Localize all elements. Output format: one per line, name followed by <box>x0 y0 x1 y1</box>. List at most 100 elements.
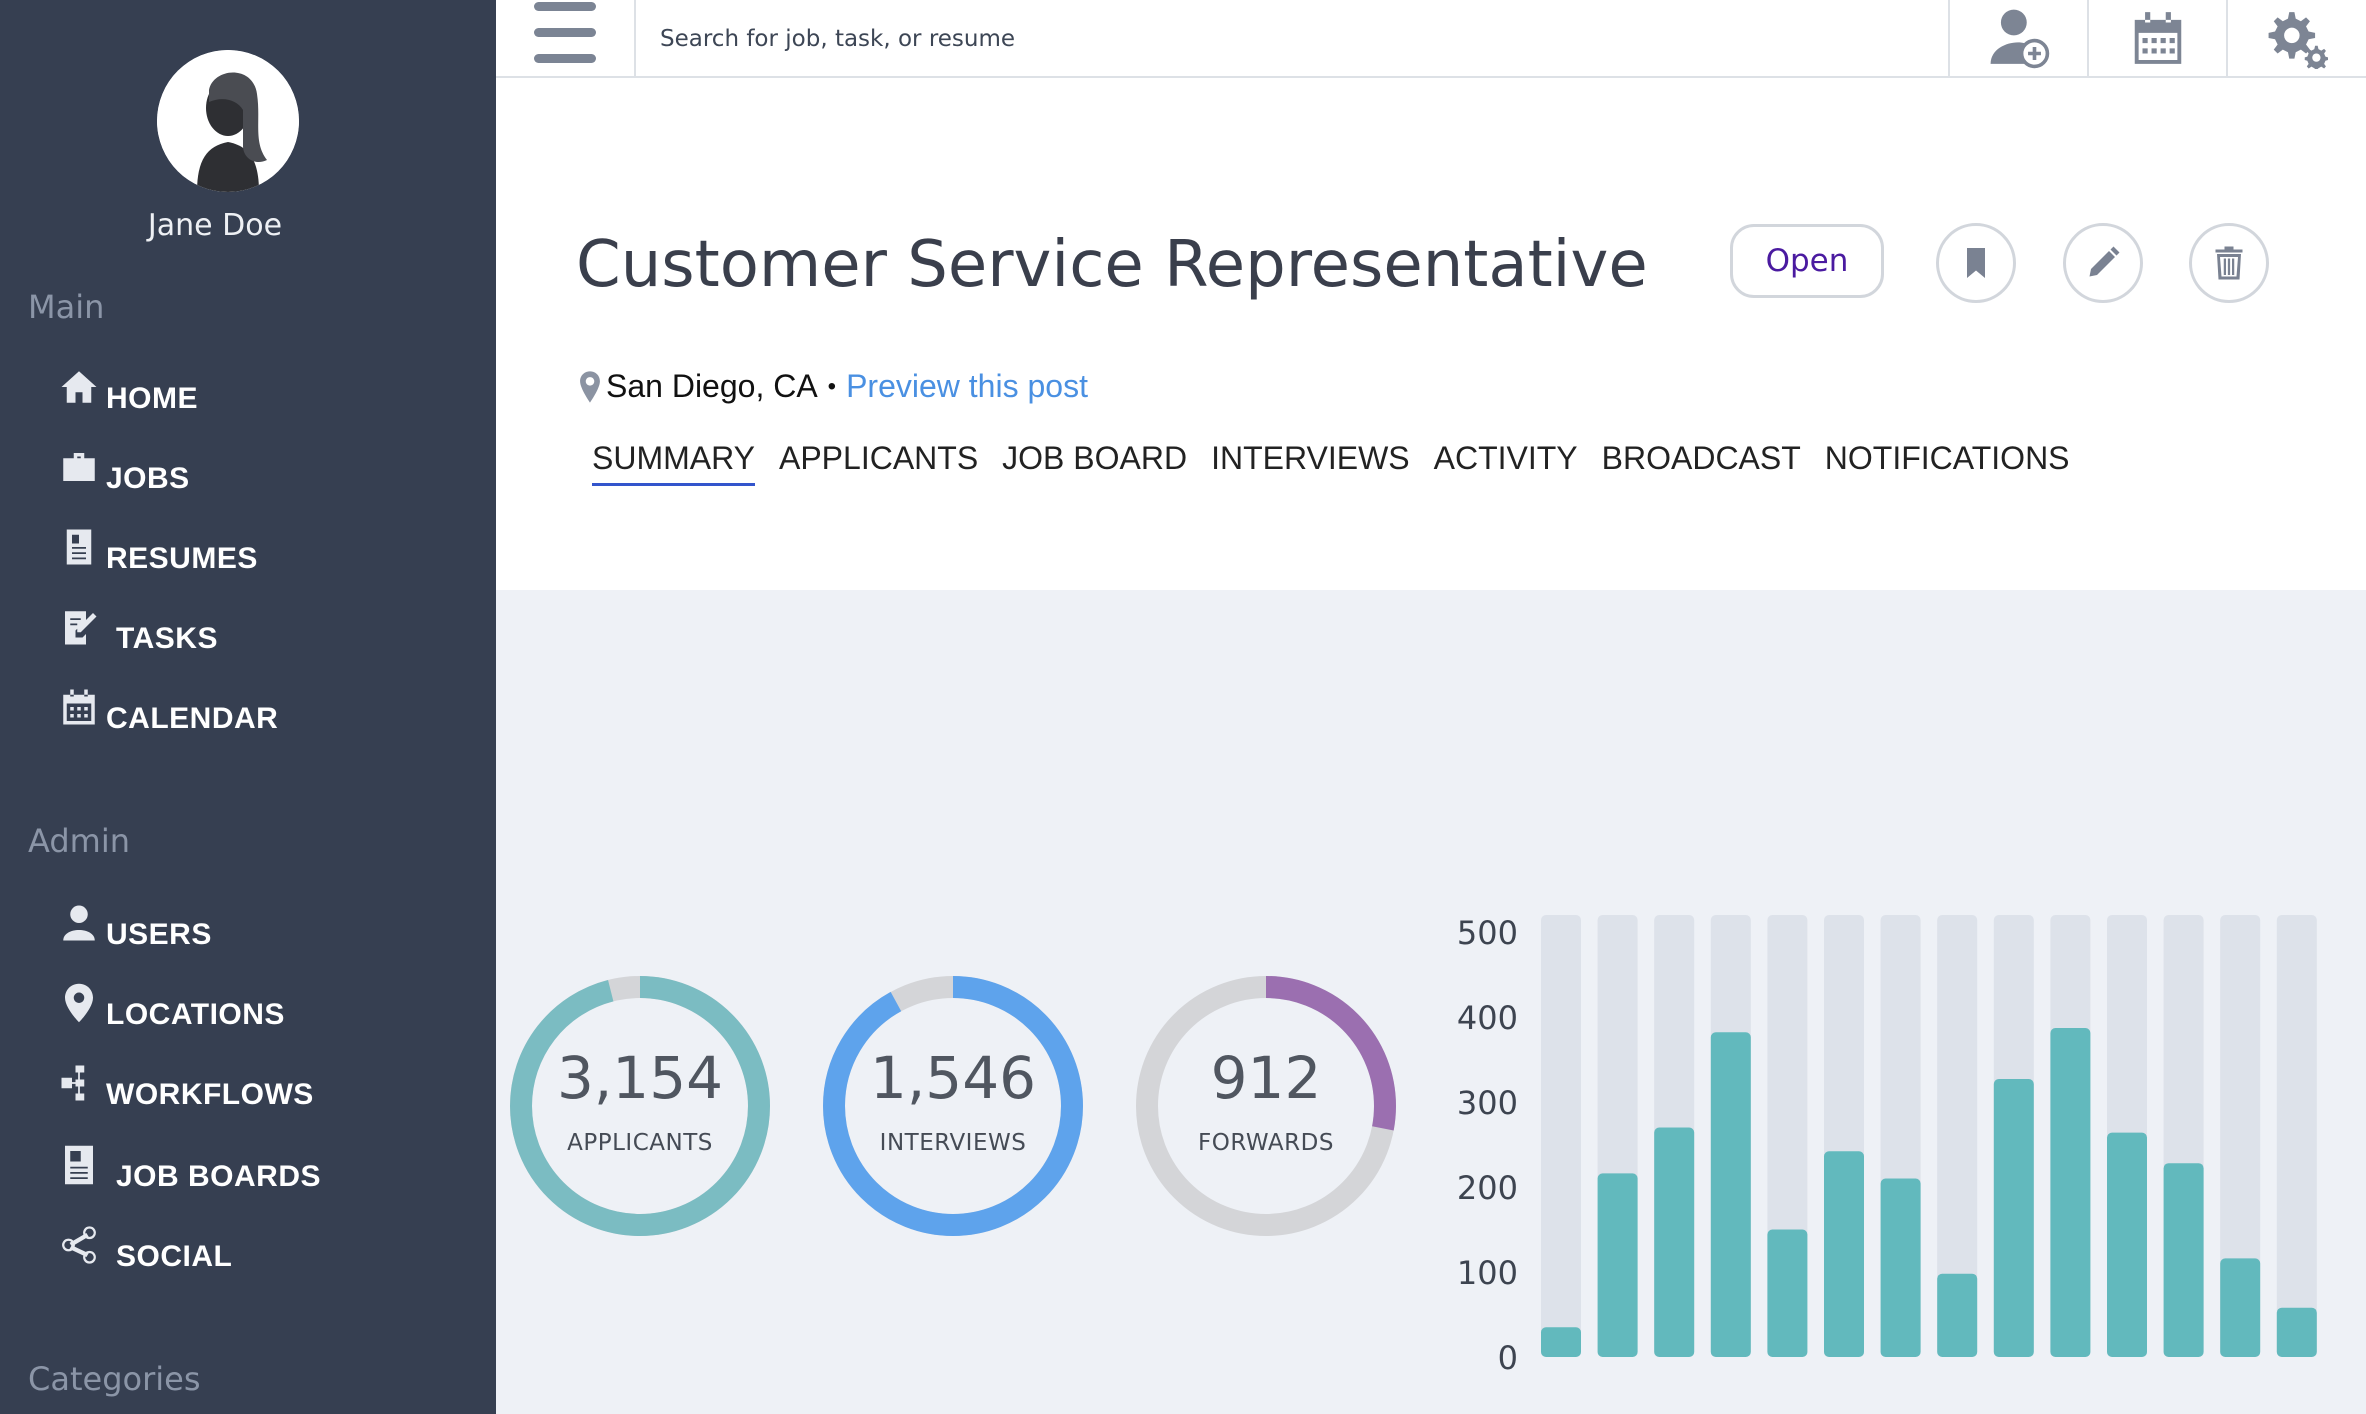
sidebar-item-users[interactable]: USERS <box>58 896 212 956</box>
bar <box>1993 1079 2034 1357</box>
calendar-icon <box>2134 12 2182 64</box>
bar <box>1880 1178 1921 1357</box>
user-silhouette-icon <box>157 50 299 192</box>
tab-activity[interactable]: ACTIVITY <box>1434 440 1578 486</box>
x-tick-label: F <box>2230 1379 2251 1380</box>
edit-button[interactable] <box>2063 223 2143 303</box>
y-tick-label: 100 <box>1457 1254 1518 1292</box>
preview-post-link[interactable]: Preview this post <box>846 368 1088 405</box>
sidebar-item-label: SOCIAL <box>116 1240 233 1273</box>
sidebar-item-label: RESUMES <box>106 542 258 575</box>
bar <box>1937 1273 1978 1357</box>
forwards-stat: 912 FORWARDS <box>1134 974 1398 1238</box>
tab-notifications[interactable]: NOTIFICATIONS <box>1825 440 2070 486</box>
briefcase-icon <box>58 446 106 494</box>
location-row: San Diego, CA • Preview this post <box>578 368 1088 405</box>
location-pin-icon <box>58 982 106 1030</box>
tab-job-board[interactable]: JOB BOARD <box>1002 440 1187 486</box>
sidebar-item-home[interactable]: HOME <box>58 360 198 420</box>
menu-bar <box>534 28 596 37</box>
avatar[interactable] <box>157 50 299 192</box>
bar <box>1654 1127 1695 1357</box>
x-tick-label: S <box>1550 1379 1572 1380</box>
share-icon <box>58 1224 106 1272</box>
y-tick-label: 0 <box>1498 1339 1518 1377</box>
sidebar-item-label: TASKS <box>116 622 218 655</box>
stat-value: 912 <box>1210 1044 1322 1112</box>
stat-label: FORWARDS <box>1198 1130 1334 1156</box>
bar <box>1824 1151 1864 1357</box>
weekly-bar-chart: 0 100 200 300 400 500 S M T W T F S S M T W T F S <box>1457 914 2317 1380</box>
applicants-stat: 3,154 APPLICANTS <box>508 974 772 1238</box>
job-header: Customer Service Representative Open San… <box>496 78 2366 590</box>
bar <box>2163 1163 2204 1357</box>
sidebar-item-locations[interactable]: LOCATIONS <box>58 976 285 1036</box>
tab-summary[interactable]: SUMMARY <box>592 440 755 486</box>
sidebar-item-tasks[interactable]: TASKS <box>58 600 218 660</box>
bar <box>1597 1173 1638 1357</box>
bar <box>2107 1132 2147 1357</box>
location-pin-icon <box>580 370 600 403</box>
sidebar-item-job-boards[interactable]: JOB BOARDS <box>58 1138 321 1198</box>
add-user-button[interactable] <box>1948 0 2088 76</box>
x-tick-label: T <box>1777 1379 1798 1380</box>
sidebar-item-workflows[interactable]: WORKFLOWS <box>58 1056 314 1116</box>
bookmark-button[interactable] <box>1936 223 2016 303</box>
hamburger-menu-button[interactable] <box>496 0 636 76</box>
calendar-icon <box>58 686 106 734</box>
calendar-button[interactable] <box>2087 0 2227 76</box>
x-tick-label: S <box>1890 1379 1912 1380</box>
stat-value: 1,546 <box>869 1044 1037 1112</box>
settings-gears-icon <box>2268 12 2328 69</box>
sidebar-item-label: LOCATIONS <box>106 998 285 1031</box>
settings-button[interactable] <box>2226 0 2366 76</box>
user-name: Jane Doe <box>147 208 283 243</box>
stat-label: INTERVIEWS <box>879 1130 1027 1156</box>
x-tick-label: S <box>2286 1379 2308 1380</box>
pencil-icon <box>2089 246 2120 277</box>
bookmark-icon <box>1967 248 1985 278</box>
menu-bar <box>534 54 596 63</box>
resume-icon <box>58 526 106 574</box>
tasks-icon <box>58 606 106 654</box>
x-tick-label: M <box>1603 1379 1633 1380</box>
x-tick-label: W <box>1714 1379 1747 1380</box>
sidebar-item-calendar[interactable]: CALENDAR <box>58 680 278 740</box>
job-status-button[interactable]: Open <box>1730 224 1884 298</box>
x-tick-label: M <box>1999 1379 2029 1380</box>
trash-icon <box>2215 246 2243 280</box>
stat-label: APPLICANTS <box>567 1130 713 1156</box>
home-icon <box>58 366 106 414</box>
sidebar-item-label: WORKFLOWS <box>106 1078 314 1111</box>
search-input[interactable] <box>658 0 1362 78</box>
y-tick-label: 200 <box>1457 1169 1518 1207</box>
sidebar-item-resumes[interactable]: RESUMES <box>58 520 258 580</box>
bar-track <box>1541 915 1581 1357</box>
sidebar-item-label: CALENDAR <box>106 702 279 735</box>
section-title-main: Main <box>28 288 105 326</box>
delete-button[interactable] <box>2189 223 2269 303</box>
bar <box>2276 1307 2317 1357</box>
x-tick-label: S <box>1946 1379 1968 1380</box>
stat-value: 3,154 <box>556 1044 724 1112</box>
sidebar: Jane Doe Main HOME JOBS RESUMES TASKS CA… <box>0 0 496 1414</box>
job-tabs: SUMMARY APPLICANTS JOB BOARD INTERVIEWS … <box>592 440 2094 486</box>
menu-bar <box>534 2 596 11</box>
x-tick-label: T <box>2060 1379 2081 1380</box>
bar <box>1710 1032 1751 1357</box>
x-tick-label: W <box>2110 1379 2143 1380</box>
x-tick-label: T <box>2173 1379 2194 1380</box>
x-tick-label: F <box>1834 1379 1855 1380</box>
sidebar-item-label: USERS <box>106 918 212 951</box>
bar <box>1767 1229 1808 1357</box>
y-tick-label: 500 <box>1457 914 1518 952</box>
page-title: Customer Service Representative <box>576 228 1648 302</box>
tab-applicants[interactable]: APPLICANTS <box>779 440 978 486</box>
tab-interviews[interactable]: INTERVIEWS <box>1211 440 1410 486</box>
sidebar-item-jobs[interactable]: JOBS <box>58 440 190 500</box>
sidebar-item-label: JOBS <box>106 462 190 495</box>
tab-broadcast[interactable]: BROADCAST <box>1602 440 1801 486</box>
section-title-admin: Admin <box>28 822 130 860</box>
y-tick-label: 400 <box>1457 999 1518 1037</box>
sidebar-item-social[interactable]: SOCIAL <box>58 1218 232 1278</box>
